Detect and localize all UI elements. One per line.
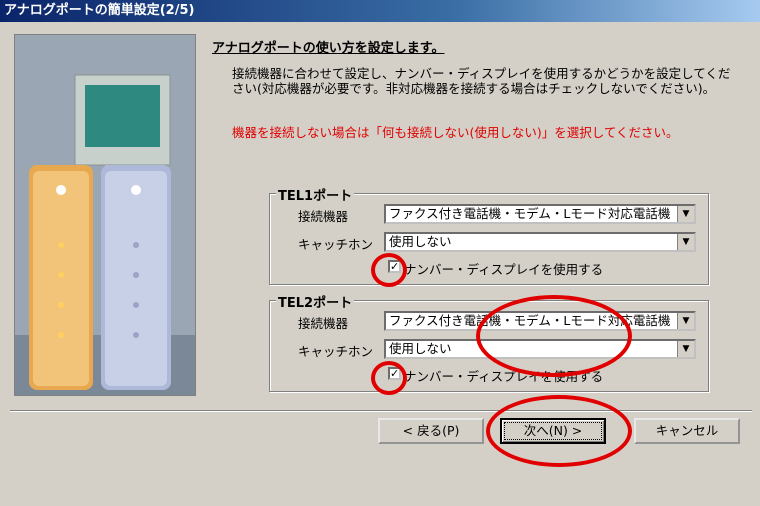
- tel2-catch-value: 使用しない: [389, 341, 452, 356]
- tel1-port-group: TEL1ポート 接続機器 ファクス付き電話機・モデム・Lモード対応電話機 ▼ キ…: [269, 185, 709, 285]
- tel1-catch-select[interactable]: 使用しない ▼: [384, 232, 696, 252]
- device-illustration: [14, 34, 196, 396]
- tel2-nd-label[interactable]: ナンバー・ディスプレイを使用する: [404, 366, 603, 385]
- tel2-port-group: TEL2ポート 接続機器 ファクス付き電話機・モデム・Lモード対応電話機 ▼ キ…: [269, 292, 709, 392]
- divider: [10, 410, 752, 412]
- check-icon: ✓: [390, 367, 400, 380]
- tel1-nd-label[interactable]: ナンバー・ディスプレイを使用する: [404, 259, 603, 278]
- tel2-device-value: ファクス付き電話機・モデム・Lモード対応電話機: [389, 313, 671, 328]
- chevron-down-icon[interactable]: ▼: [677, 206, 694, 222]
- instructions-text: 接続機器に合わせて設定し、ナンバー・ディスプレイを使用するかどうかを設定してくだ…: [232, 66, 731, 96]
- next-button[interactable]: 次へ(N) >: [500, 418, 606, 444]
- chevron-down-icon[interactable]: ▼: [677, 313, 694, 329]
- router-image: [15, 35, 195, 395]
- tel2-catch-label: キャッチホン: [298, 344, 374, 359]
- back-button[interactable]: < 戻る(P): [378, 418, 484, 444]
- cancel-button[interactable]: キャンセル: [634, 418, 740, 444]
- tel2-device-select[interactable]: ファクス付き電話機・モデム・Lモード対応電話機 ▼: [384, 311, 696, 331]
- tel1-device-select[interactable]: ファクス付き電話機・モデム・Lモード対応電話機 ▼: [384, 204, 696, 224]
- tel2-nd-checkbox[interactable]: ✓: [388, 367, 401, 380]
- chevron-down-icon[interactable]: ▼: [677, 341, 694, 357]
- page-heading: アナログポートの使い方を設定します。: [212, 41, 445, 56]
- tel1-device-value: ファクス付き電話機・モデム・Lモード対応電話機: [389, 206, 671, 221]
- tel2-group-title: TEL2ポート: [276, 292, 355, 311]
- tel1-nd-checkbox[interactable]: ✓: [388, 260, 401, 273]
- tel2-catch-select[interactable]: 使用しない ▼: [384, 339, 696, 359]
- tel1-group-title: TEL1ポート: [276, 185, 355, 204]
- warning-text: 機器を接続しない場合は「何も接続しない(使用しない)」を選択してください。: [232, 125, 679, 140]
- tel2-device-label: 接続機器: [298, 316, 349, 331]
- check-icon: ✓: [390, 260, 400, 273]
- tel1-catch-label: キャッチホン: [298, 237, 374, 252]
- chevron-down-icon[interactable]: ▼: [677, 234, 694, 250]
- window-title: アナログポートの簡単設定(2/5): [0, 0, 760, 22]
- tel1-device-label: 接続機器: [298, 209, 349, 224]
- tel1-catch-value: 使用しない: [389, 234, 452, 249]
